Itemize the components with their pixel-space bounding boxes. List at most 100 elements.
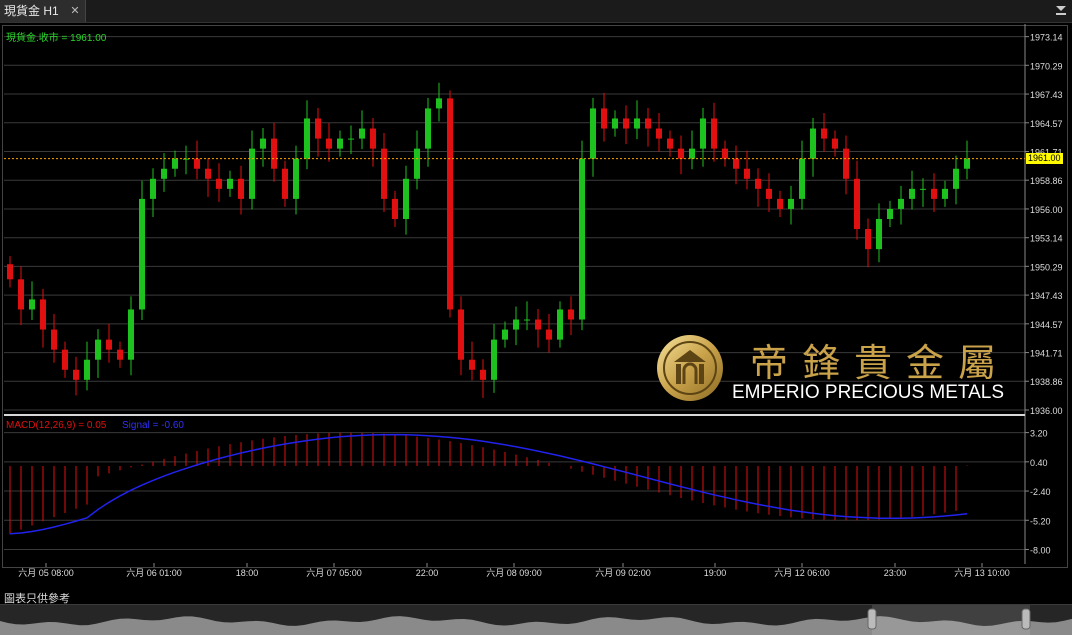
candle-body <box>392 198 398 219</box>
chart-navigator[interactable] <box>0 604 1072 635</box>
candle-body <box>546 329 552 340</box>
candle-body <box>227 178 233 189</box>
candle-body <box>502 329 508 340</box>
candle-body <box>271 138 277 169</box>
candle-body <box>876 218 882 250</box>
price-tick-label: 1938.86 <box>1030 377 1063 387</box>
candle-body <box>326 138 332 149</box>
navigator-left-handle[interactable] <box>867 608 877 630</box>
candle-body <box>656 128 662 139</box>
price-tick-label: 1964.57 <box>1030 119 1063 129</box>
candle-body <box>700 118 706 149</box>
candle-body <box>216 178 222 189</box>
candle-body <box>766 188 772 199</box>
candle-body <box>898 198 904 209</box>
candle-body <box>678 148 684 159</box>
price-tick-label: 1944.57 <box>1030 320 1063 330</box>
candle-body <box>612 118 618 129</box>
price-legend: 現貨金.收市 = 1961.00 <box>6 31 107 44</box>
candle-body <box>436 98 442 109</box>
candle-body <box>733 158 739 169</box>
candle-body <box>524 319 530 321</box>
x-axis-label: 六月 08 09:00 <box>486 567 542 578</box>
candle-body <box>139 198 145 310</box>
candle-body <box>458 309 464 360</box>
candle-body <box>711 118 717 149</box>
macd-legend: MACD(12,26,9) = 0.05 <box>6 420 107 431</box>
navigator-selection[interactable] <box>872 605 1030 635</box>
candle-body <box>172 158 178 169</box>
candle-body <box>29 299 35 310</box>
x-axis-label: 六月 07 05:00 <box>306 567 362 578</box>
candle-body <box>128 309 134 360</box>
emperio-logo-icon <box>657 335 723 401</box>
candle-body <box>557 309 563 340</box>
candle-body <box>623 118 629 129</box>
x-axis-label: 六月 12 06:00 <box>774 567 830 578</box>
navigator-right-handle[interactable] <box>1021 608 1031 630</box>
price-tick-label: 1970.29 <box>1030 61 1063 71</box>
candle-body <box>865 229 871 250</box>
candle-body <box>942 188 948 199</box>
macd-tick-label: -5.20 <box>1030 516 1051 526</box>
candle-body <box>73 369 79 380</box>
candle-body <box>161 168 167 179</box>
candle-body <box>370 128 376 149</box>
price-tick-label: 1973.14 <box>1030 33 1063 43</box>
x-axis-label: 22:00 <box>416 568 439 578</box>
chart-canvas[interactable]: 1973.141970.291967.431964.571961.711958.… <box>0 0 1072 604</box>
signal-legend: Signal = -0.60 <box>122 420 184 431</box>
candle-body <box>84 359 90 380</box>
macd-tick-label: 3.20 <box>1030 429 1048 439</box>
price-tick-label: 1947.43 <box>1030 291 1063 301</box>
macd-signal-line <box>9 433 968 535</box>
candle-body <box>810 128 816 159</box>
price-tick-label: 1967.43 <box>1030 90 1063 100</box>
candle-body <box>931 188 937 199</box>
price-tick-label: 1953.14 <box>1030 234 1063 244</box>
candle-body <box>568 309 574 320</box>
candle-body <box>359 128 365 139</box>
candle-body <box>920 188 926 190</box>
navigator-canvas[interactable] <box>0 605 1072 635</box>
candle-body <box>843 148 849 179</box>
macd-tick-label: 0.40 <box>1030 458 1048 468</box>
candle-body <box>106 339 112 350</box>
candle-body <box>7 264 13 280</box>
company-name-en: EMPERIO PRECIOUS METALS <box>732 382 1005 403</box>
candle-body <box>601 108 607 129</box>
x-axis-label: 19:00 <box>704 568 727 578</box>
candle-body <box>425 108 431 149</box>
candle-body <box>777 198 783 209</box>
candle-body <box>887 208 893 219</box>
candle-body <box>788 198 794 209</box>
candle-body <box>645 118 651 129</box>
candle-body <box>491 339 497 380</box>
x-axis-label: 六月 05 08:00 <box>18 567 74 578</box>
candle-body <box>469 359 475 370</box>
candle-body <box>282 168 288 199</box>
candle-body <box>381 148 387 199</box>
candle-body <box>722 148 728 159</box>
candle-body <box>18 279 24 310</box>
candle-body <box>634 118 640 129</box>
candle-body <box>337 138 343 149</box>
candle-body <box>117 349 123 360</box>
candle-body <box>403 178 409 219</box>
candle-body <box>832 138 838 149</box>
candle-body <box>304 118 310 159</box>
candle-body <box>755 178 761 189</box>
candle-body <box>953 168 959 189</box>
current-price-tag: 1961.00 <box>1026 152 1063 164</box>
watermark-logo: 帝鋒貴金屬 EMPERIO PRECIOUS METALS <box>654 332 1024 408</box>
candle-body <box>964 158 970 169</box>
candle-body <box>513 319 519 330</box>
macd-tick-label: -8.00 <box>1030 545 1051 555</box>
x-axis-label: 23:00 <box>884 568 907 578</box>
candle-body <box>799 158 805 199</box>
candle-body <box>854 178 860 230</box>
candle-body <box>744 168 750 179</box>
x-axis-label: 六月 13 10:00 <box>954 567 1010 578</box>
x-axis-label: 六月 09 02:00 <box>595 567 651 578</box>
candle-body <box>689 148 695 159</box>
